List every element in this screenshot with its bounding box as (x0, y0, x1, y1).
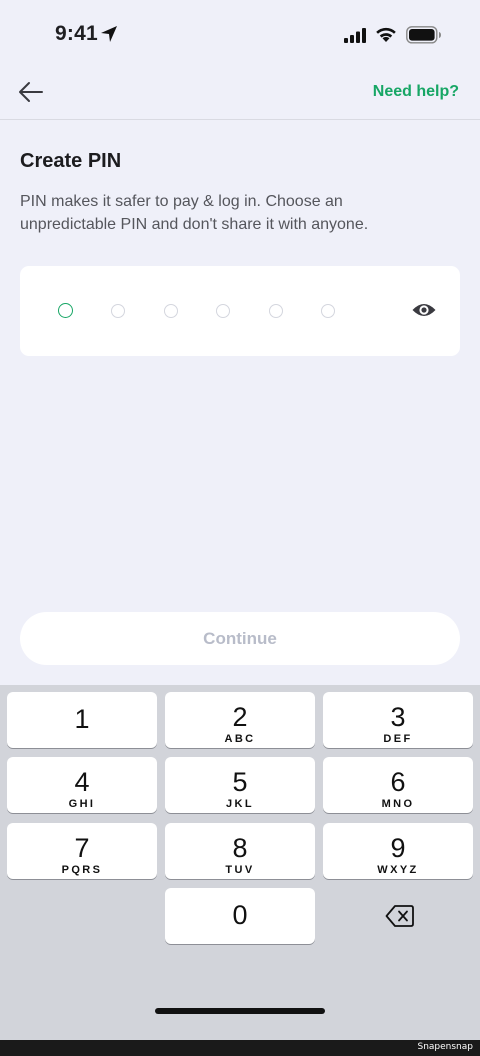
pin-digit-slot (216, 304, 230, 318)
location-arrow-icon (101, 26, 117, 42)
key-letters: MNO (381, 798, 415, 810)
key-digit: 2 (232, 702, 248, 732)
watermark: Snapensnap (417, 1042, 473, 1052)
signal-icon (344, 28, 366, 43)
delete-icon[interactable] (385, 902, 415, 930)
key-letters: DEF (383, 733, 413, 745)
pin-digit-slot (164, 304, 178, 318)
key-digit: 4 (74, 767, 90, 797)
continue-button-label: Continue (203, 628, 277, 648)
key-letters: TUV (225, 864, 255, 876)
eye-icon[interactable] (411, 300, 437, 320)
page-description: PIN makes it safer to pay & log in. Choo… (20, 193, 369, 233)
key-2[interactable]: 2 ABC (165, 692, 315, 748)
key-1[interactable]: 1 (7, 692, 157, 748)
home-indicator (155, 1008, 325, 1014)
key-digit: 8 (232, 833, 248, 863)
key-digit: 0 (232, 900, 248, 930)
key-9[interactable]: 9 WXYZ (323, 823, 473, 879)
key-letters: WXYZ (377, 864, 419, 876)
key-digit: 6 (390, 767, 406, 797)
key-5[interactable]: 5 JKL (165, 757, 315, 813)
wifi-icon (376, 27, 396, 42)
key-letters: ABC (224, 733, 256, 745)
key-digit: 9 (390, 833, 406, 863)
pin-digit-slot (58, 303, 73, 318)
need-help-link[interactable]: Need help? (373, 83, 459, 101)
key-digit: 3 (390, 702, 406, 732)
pin-digit-slot (111, 304, 125, 318)
battery-icon (406, 26, 441, 44)
key-8[interactable]: 8 TUV (165, 823, 315, 879)
page-title: Create PIN (20, 150, 122, 172)
continue-button[interactable]: Continue (20, 612, 460, 665)
key-digit: 5 (232, 767, 248, 797)
key-4[interactable]: 4 GHI (7, 757, 157, 813)
footer-bar (0, 1040, 480, 1056)
back-arrow-icon[interactable] (16, 78, 48, 106)
key-letters: GHI (68, 798, 96, 810)
key-digit: 1 (74, 704, 90, 734)
status-time: 9:41 (55, 22, 98, 45)
status-bar: 9:41 (0, 0, 480, 70)
pin-digit-slot (269, 304, 283, 318)
key-6[interactable]: 6 MNO (323, 757, 473, 813)
pin-digit-slot (321, 304, 335, 318)
key-3[interactable]: 3 DEF (323, 692, 473, 748)
key-0[interactable]: 0 (165, 888, 315, 944)
pin-input-field[interactable] (20, 266, 460, 356)
numeric-keypad: 1 2 ABC 3 DEF 4 GHI 5 JKL 6 MNO 7 PQRS 8… (0, 685, 480, 1056)
key-digit: 7 (74, 833, 90, 863)
key-letters: JKL (226, 798, 254, 810)
header: Need help? (0, 70, 480, 120)
key-letters: PQRS (61, 864, 103, 876)
key-7[interactable]: 7 PQRS (7, 823, 157, 879)
